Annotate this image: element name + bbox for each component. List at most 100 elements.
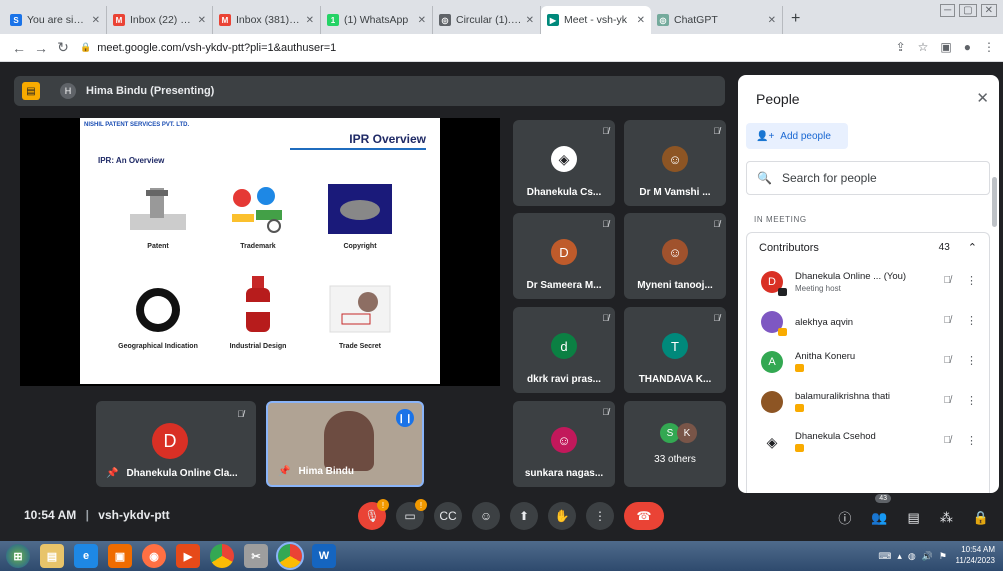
- reactions-button[interactable]: ☺: [472, 502, 500, 530]
- camera-toggle-button[interactable]: ▭!: [396, 499, 427, 530]
- people-icon[interactable]: 👥: [871, 510, 887, 526]
- tab-close-icon[interactable]: ✕: [92, 15, 100, 26]
- profile-avatar-icon[interactable]: ●: [964, 40, 971, 54]
- present-button[interactable]: ⬆: [510, 502, 538, 530]
- taskbar-clock[interactable]: 10:54 AM 11/24/2023: [956, 544, 995, 566]
- browser-tab[interactable]: ◎ ChatGPT ✕: [651, 6, 783, 34]
- start-button-icon[interactable]: ⊞: [6, 544, 30, 568]
- raise-hand-button[interactable]: ✋: [548, 502, 576, 530]
- internet-explorer-icon[interactable]: e: [74, 544, 98, 568]
- word-icon[interactable]: W: [312, 544, 336, 568]
- list-item[interactable]: D Dhanekula Online ... (You) Meeting hos…: [747, 262, 989, 302]
- others-tile[interactable]: S K 33 others: [624, 401, 726, 487]
- back-icon[interactable]: ←: [8, 40, 30, 56]
- browser-tab[interactable]: 1 (1) WhatsApp ✕: [321, 6, 433, 34]
- url-field[interactable]: 🔒 meet.google.com/vsh-ykdv-ptt?pli=1&aut…: [80, 42, 336, 54]
- snipping-tool-icon[interactable]: ✂: [244, 544, 268, 568]
- participant-tile[interactable]: 🎙̸ T THANDAVA K...: [624, 307, 726, 393]
- share-icon[interactable]: ⇪: [896, 40, 906, 54]
- browser-tab[interactable]: M Inbox (381) - adm ✕: [213, 6, 321, 34]
- bookmark-star-icon[interactable]: ☆: [918, 40, 929, 54]
- more-options-icon[interactable]: ⋮: [966, 354, 977, 367]
- participant-tile-self[interactable]: 🎙̸ D 📌 Dhanekula Online Cla...: [96, 401, 256, 487]
- network-icon[interactable]: ◍: [908, 551, 916, 562]
- browser-tab[interactable]: M Inbox (22) - veera ✕: [107, 6, 213, 34]
- pin-icon[interactable]: 📌: [106, 468, 118, 479]
- participant-tile[interactable]: 🎙̸ ◈ Dhanekula Cs...: [513, 120, 615, 206]
- tab-close-icon[interactable]: ✕: [768, 15, 776, 26]
- browser-tab[interactable]: ▶ Meet - vsh-yk ✕: [541, 6, 651, 34]
- app-icon[interactable]: ▣: [108, 544, 132, 568]
- keyboard-icon[interactable]: ⌨: [878, 551, 891, 562]
- mic-off-icon[interactable]: 🎙̸: [944, 395, 952, 406]
- tab-favicon-icon: 1: [327, 14, 339, 26]
- tile-name-row: 📌 Hima Bindu: [278, 466, 354, 477]
- info-icon[interactable]: ⓘ: [838, 508, 851, 527]
- chrome-active-icon[interactable]: [276, 542, 304, 570]
- arrow-up-icon[interactable]: ▴: [897, 551, 902, 562]
- participant-tile[interactable]: 🎙̸ ☺ sunkara nagas...: [513, 401, 615, 487]
- list-item[interactable]: balamuralikrishna thati 🎙̸ ⋮: [747, 382, 989, 422]
- close-window-icon[interactable]: ✕: [980, 4, 997, 17]
- media-player-icon[interactable]: ▶: [176, 544, 200, 568]
- more-options-icon[interactable]: ⋮: [966, 274, 977, 287]
- maximize-icon[interactable]: ▢: [959, 4, 977, 17]
- mic-off-icon[interactable]: 🎙̸: [944, 275, 952, 286]
- mic-toggle-button[interactable]: 🎙!: [358, 499, 389, 530]
- presentation-screen[interactable]: NISHIL PATENT SERVICES PVT. LTD. IPR Ove…: [20, 118, 500, 386]
- more-options-icon[interactable]: ⋮: [966, 394, 977, 407]
- participant-tile[interactable]: 🎙̸ ☺ Dr M Vamshi ...: [624, 120, 726, 206]
- activities-icon[interactable]: ⁂: [940, 510, 953, 526]
- tab-close-icon[interactable]: ✕: [198, 15, 206, 26]
- panel-title: People: [756, 91, 800, 107]
- mic-off-icon[interactable]: 🎙̸: [944, 435, 952, 446]
- add-people-button[interactable]: 👤+ Add people: [746, 123, 848, 149]
- more-options-icon[interactable]: ⋮: [966, 314, 977, 327]
- sidepanel-icon[interactable]: ▣: [940, 40, 951, 54]
- chat-icon[interactable]: ▤: [908, 510, 920, 526]
- captions-button[interactable]: CC: [434, 502, 462, 530]
- list-item[interactable]: alekhya aqvin 🎙̸ ⋮: [747, 302, 989, 342]
- more-options-icon[interactable]: ⋮: [966, 434, 977, 447]
- participant-tile[interactable]: 🎙̸ d dkrk ravi pras...: [513, 307, 615, 393]
- minimize-icon[interactable]: ─: [940, 4, 956, 17]
- participant-tile[interactable]: 🎙̸ D Dr Sameera M...: [513, 213, 615, 299]
- leave-call-button[interactable]: ☎: [624, 502, 664, 530]
- participant-tile-hima[interactable]: ❙❙ 📌 Hima Bindu: [266, 401, 424, 487]
- tab-close-icon[interactable]: ✕: [306, 15, 314, 26]
- address-bar: ← → ↻ 🔒 meet.google.com/vsh-ykdv-ptt?pli…: [0, 34, 1003, 62]
- tab-close-icon[interactable]: ✕: [526, 15, 534, 26]
- lock-icon: 🔒: [80, 42, 92, 52]
- list-item[interactable]: ◈ Dhanekula Csehod 🎙̸ ⋮: [747, 422, 989, 462]
- flag-icon[interactable]: ⚑: [939, 551, 947, 562]
- firefox-icon[interactable]: ◉: [142, 544, 166, 568]
- contributors-group-header[interactable]: Contributors 43 ⌃: [746, 232, 990, 262]
- browser-tab[interactable]: ◎ Circular (1).pdf ✕: [433, 6, 541, 34]
- browser-menu-icon[interactable]: ⋮: [983, 40, 995, 54]
- chrome-icon[interactable]: [210, 544, 234, 568]
- file-explorer-icon[interactable]: ▤: [40, 544, 64, 568]
- close-icon[interactable]: ✕: [976, 89, 989, 107]
- panel-scrollbar[interactable]: [992, 177, 997, 227]
- new-tab-button[interactable]: +: [783, 10, 808, 34]
- browser-tab[interactable]: S You are signed in a ✕: [4, 6, 107, 34]
- reload-icon[interactable]: ↻: [52, 39, 74, 56]
- pin-icon[interactable]: 📌: [278, 466, 290, 477]
- chevron-up-icon[interactable]: ⌃: [968, 241, 977, 254]
- tab-close-icon[interactable]: ✕: [637, 15, 645, 26]
- tab-close-icon[interactable]: ✕: [418, 15, 426, 26]
- search-input[interactable]: 🔍 Search for people: [746, 161, 990, 195]
- list-item[interactable]: A Anitha Koneru 🎙̸ ⋮: [747, 342, 989, 382]
- slide-item-trademark: Trademark: [210, 184, 306, 250]
- mic-off-icon: 🎙̸: [713, 126, 720, 136]
- participant-tile[interactable]: 🎙̸ ☺ Myneni tanooj...: [624, 213, 726, 299]
- more-options-button[interactable]: ⋮: [586, 502, 614, 530]
- host-controls-icon[interactable]: 🔒: [973, 510, 989, 526]
- mic-off-icon[interactable]: 🎙̸: [944, 315, 952, 326]
- mic-off-icon: 🎙̸: [602, 126, 609, 136]
- volume-icon[interactable]: 🔊: [922, 551, 933, 562]
- slide-item-patent: Patent: [110, 184, 206, 250]
- mic-off-icon[interactable]: 🎙̸: [944, 355, 952, 366]
- forward-icon[interactable]: →: [30, 40, 52, 56]
- presentation-header: ▤ H Hima Bindu (Presenting): [14, 76, 725, 106]
